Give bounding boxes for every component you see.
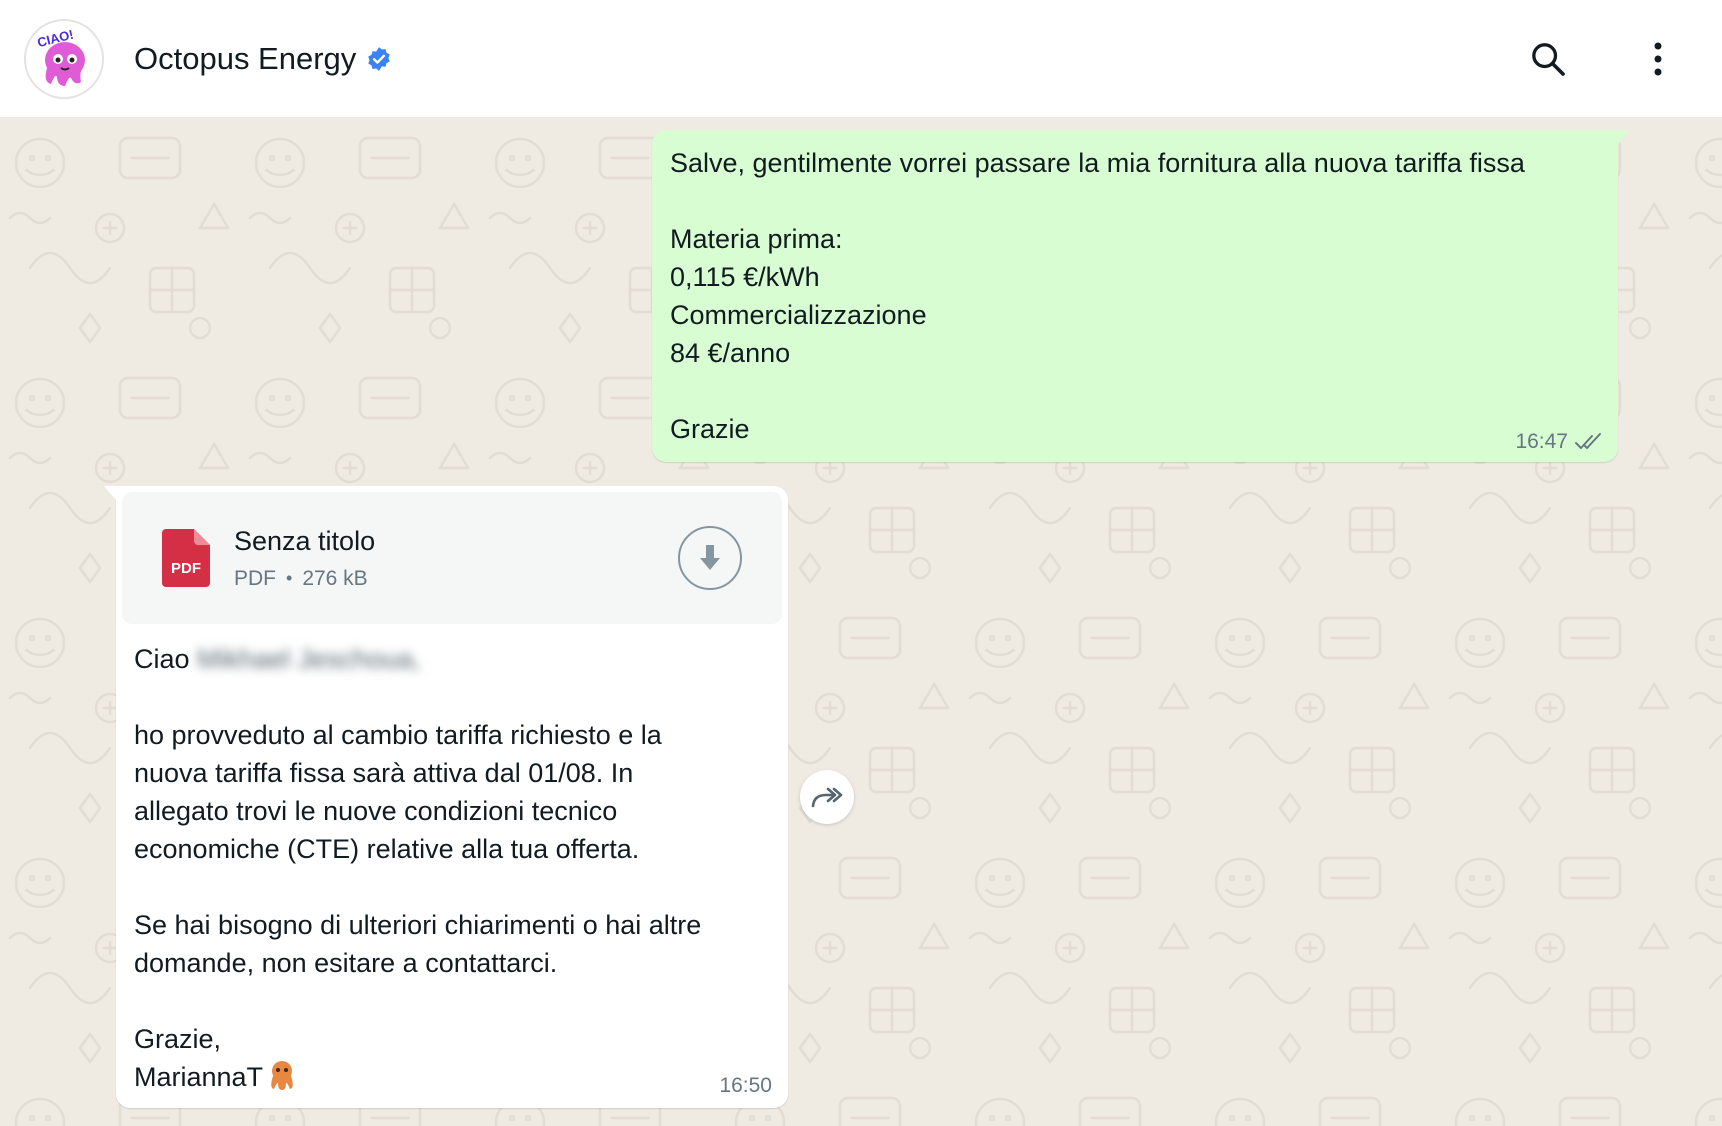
verified-badge-icon bbox=[366, 46, 392, 72]
octopus-emoji-icon bbox=[265, 1058, 299, 1102]
menu-dots-icon bbox=[1654, 42, 1662, 75]
incoming-message[interactable]: PDF Senza titolo PDF • 276 kB Ciao Mikha… bbox=[104, 486, 788, 1108]
incoming-message-time: 16:50 bbox=[719, 1074, 772, 1097]
signature-text: MariannaT bbox=[134, 1062, 264, 1092]
separator-dot: • bbox=[286, 568, 293, 588]
double-check-icon bbox=[1575, 433, 1601, 449]
pdf-file-icon: PDF bbox=[162, 529, 210, 587]
contact-avatar[interactable]: CIAO! bbox=[24, 18, 104, 99]
download-button[interactable] bbox=[678, 526, 742, 590]
forward-button[interactable] bbox=[800, 770, 854, 824]
search-icon bbox=[1532, 42, 1565, 76]
message-time: 16:47 bbox=[1515, 430, 1568, 453]
document-attachment[interactable]: PDF Senza titolo PDF • 276 kB bbox=[122, 492, 782, 624]
download-arrow-icon bbox=[700, 545, 720, 570]
search-button[interactable] bbox=[1524, 35, 1572, 83]
contact-name[interactable]: Octopus Energy bbox=[134, 41, 356, 77]
incoming-message-text: Ciao Mikhael Jeschoua, ho provveduto al … bbox=[122, 624, 782, 1102]
document-size: 276 kB bbox=[302, 566, 368, 590]
chat-area[interactable]: Salve, gentilmente vorrei passare la mia… bbox=[0, 118, 1722, 1126]
incoming-body-text: ho provveduto al cambio tariffa richiest… bbox=[134, 720, 702, 1054]
forward-icon bbox=[811, 787, 843, 808]
outgoing-message[interactable]: Salve, gentilmente vorrei passare la mia… bbox=[652, 130, 1630, 462]
octopus-logo-icon: CIAO! bbox=[36, 26, 85, 86]
document-type: PDF bbox=[234, 566, 276, 590]
chat-header: CIAO! Octopus Energy bbox=[0, 0, 1722, 118]
whatsapp-chat-window: CIAO! Octopus Energy Salve, gentilmente … bbox=[0, 0, 1722, 1126]
document-title: Senza titolo bbox=[234, 525, 376, 556]
blurred-recipient-name: Mikhael Jeschoua, bbox=[197, 644, 421, 674]
greeting-text: Ciao bbox=[134, 644, 190, 674]
outgoing-message-meta: 16:47 bbox=[1515, 430, 1604, 454]
outgoing-message-text: Salve, gentilmente vorrei passare la mia… bbox=[670, 148, 1525, 444]
menu-button[interactable] bbox=[1634, 35, 1682, 83]
svg-text:PDF: PDF bbox=[171, 560, 201, 577]
